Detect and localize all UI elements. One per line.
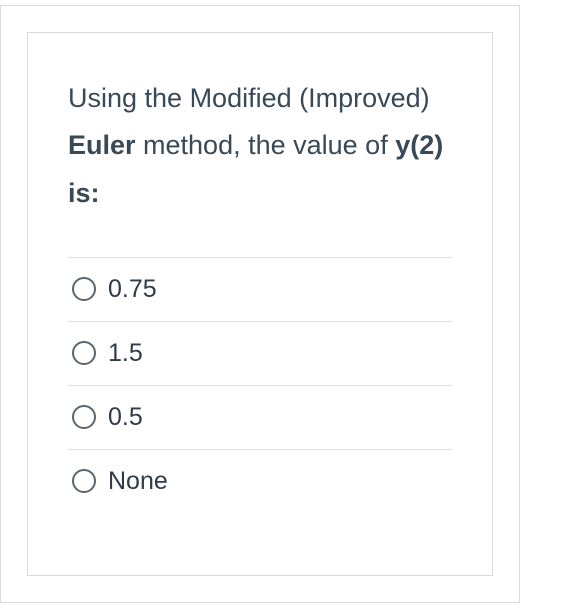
option-label: None [108,467,168,496]
radio-icon [72,341,96,365]
option-2[interactable]: 0.5 [68,386,452,450]
radio-icon [72,405,96,429]
option-label: 0.5 [108,403,143,432]
option-label: 0.75 [108,275,157,304]
question-part2: method, the value of [136,130,396,160]
question-part1: Using the Modified (Improved) [68,83,430,113]
option-3[interactable]: None [68,450,452,513]
option-0[interactable]: 0.75 [68,258,452,322]
question-text: Using the Modified (Improved) Euler meth… [68,75,452,217]
question-card-inner: Using the Modified (Improved) Euler meth… [27,32,493,576]
question-bold1: Euler [68,130,136,160]
question-card-outer: Using the Modified (Improved) Euler meth… [0,5,520,603]
radio-icon [72,277,96,301]
option-1[interactable]: 1.5 [68,322,452,386]
options-list: 0.75 1.5 0.5 None [68,257,452,513]
radio-icon [72,469,96,493]
option-label: 1.5 [108,339,143,368]
